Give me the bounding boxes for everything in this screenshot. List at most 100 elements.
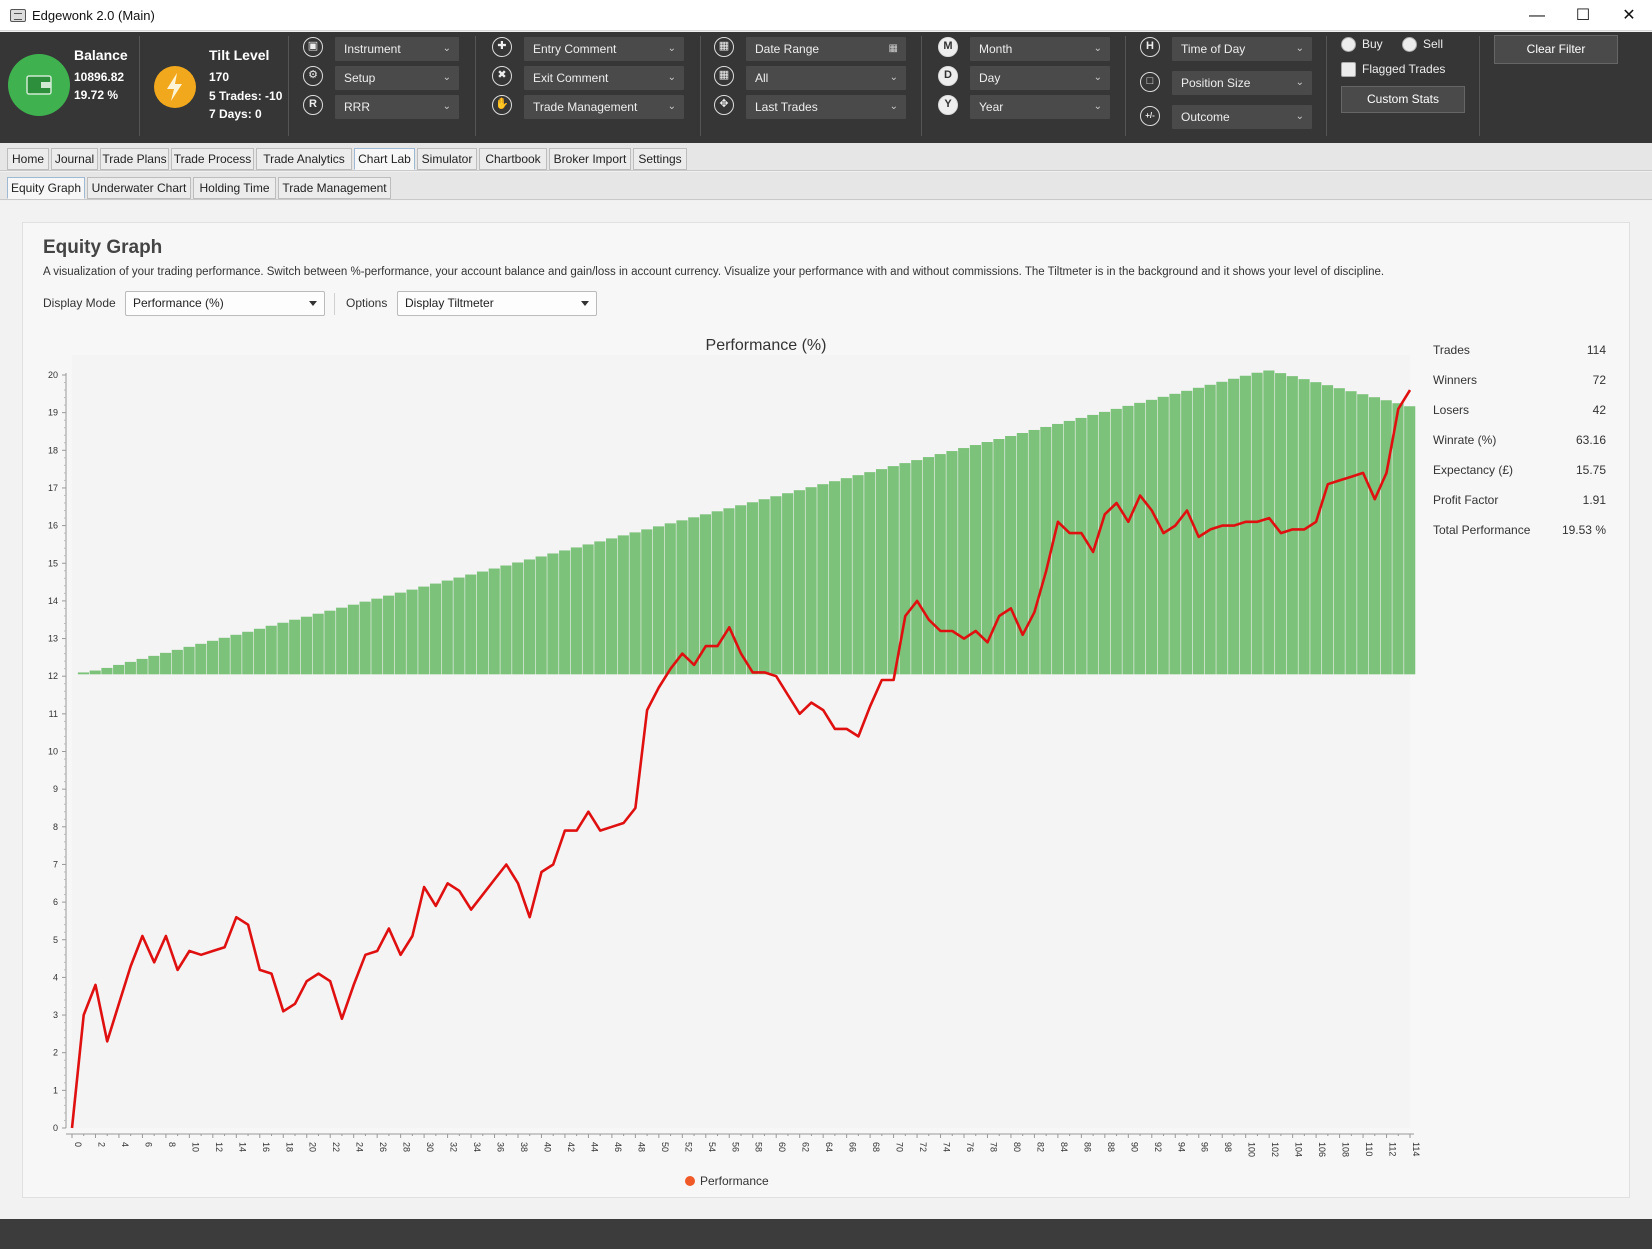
tilt-bar: [453, 577, 465, 675]
x-tick-label: 52: [683, 1142, 693, 1152]
tilt-bar: [160, 652, 172, 675]
custom-stats-button[interactable]: Custom Stats: [1341, 86, 1465, 113]
x-tick-label: 36: [496, 1142, 506, 1152]
x-tick-label: 24: [355, 1142, 365, 1152]
x-tick-label: 96: [1200, 1142, 1210, 1152]
exit-comment-filter[interactable]: Exit Comment ⌄: [524, 66, 684, 90]
tab-trade-plans[interactable]: Trade Plans: [100, 148, 169, 170]
tab-simulator[interactable]: Simulator: [417, 148, 477, 170]
tilt-bar: [1122, 405, 1134, 675]
tilt-bar: [394, 592, 406, 675]
x-tick-label: 42: [566, 1142, 576, 1152]
last-trades-filter[interactable]: Last Trades ⌄: [746, 95, 906, 119]
tilt-bar: [1239, 375, 1251, 675]
tilt-bar: [582, 544, 594, 675]
tilt-bar: [1251, 372, 1263, 675]
equity-chart: 012345678910111213141516171819200 2 4 6 8 10 1…: [48, 337, 1421, 1188]
setup-filter[interactable]: Setup ⌄: [335, 66, 459, 90]
x-tick-label: 110: [1364, 1142, 1374, 1156]
chevron-down-icon: ⌄: [1295, 77, 1304, 88]
x-tick-label: 58: [754, 1142, 764, 1152]
x-tick-label: 16: [261, 1142, 271, 1152]
tilt-bar: [1169, 393, 1181, 675]
x-tick-label: 48: [636, 1142, 646, 1152]
maximize-icon[interactable]: ☐: [1560, 0, 1606, 31]
position-size-filter[interactable]: Position Size ⌄: [1172, 71, 1312, 95]
time-of-day-filter[interactable]: Time of Day ⌄: [1172, 37, 1312, 61]
tilt-bar: [1134, 402, 1146, 675]
flagged-trades-checkbox[interactable]: [1341, 62, 1356, 77]
tab-settings[interactable]: Settings: [633, 148, 687, 170]
y-tick-label: 16: [48, 521, 58, 531]
y-tick-label: 15: [48, 558, 58, 568]
filter-toolbar: Balance 10896.82 19.72 % Tilt Level 170 …: [0, 32, 1652, 143]
tab-chartbook[interactable]: Chartbook: [479, 148, 547, 170]
stat-label: Expectancy (£): [1433, 463, 1514, 477]
tilt-bar: [347, 604, 359, 675]
tab-chart-lab[interactable]: Chart Lab: [354, 148, 415, 170]
year-filter[interactable]: Year ⌄: [970, 95, 1110, 119]
tab-broker-import[interactable]: Broker Import: [549, 148, 631, 170]
setup-icon: ⚙: [303, 66, 323, 86]
tab-trade-process[interactable]: Trade Process: [171, 148, 254, 170]
month-filter[interactable]: Month ⌄: [970, 37, 1110, 61]
tab-trade-analytics[interactable]: Trade Analytics: [256, 148, 352, 170]
x-tick-label: 60: [777, 1142, 787, 1152]
x-tick-label: 14: [237, 1142, 247, 1152]
tilt-bar: [617, 535, 629, 675]
x-tick-label: 82: [1035, 1142, 1045, 1152]
stat-label: Winners: [1433, 373, 1478, 387]
buy-radio[interactable]: [1341, 37, 1356, 52]
calendar-icon: ▦: [714, 66, 734, 86]
rrr-icon: R: [303, 95, 323, 115]
tilt-seven-days: 7 Days: 0: [209, 107, 262, 121]
tilt-bar: [699, 514, 712, 675]
x-tick-label: 102: [1270, 1142, 1280, 1157]
x-tick-label: 12: [214, 1142, 224, 1152]
tilt-bar: [1333, 388, 1345, 675]
x-tick-label: 0: [73, 1142, 83, 1147]
sell-radio[interactable]: [1402, 37, 1417, 52]
x-tick-label: 98: [1223, 1142, 1233, 1152]
tilt-bar: [195, 643, 207, 675]
y-tick-label: 18: [48, 445, 58, 455]
legend-dot: [685, 1176, 695, 1186]
entry-comment-filter[interactable]: Entry Comment ⌄: [524, 37, 684, 61]
tilt-bar: [465, 574, 477, 675]
divider: [1326, 36, 1327, 136]
tilt-bar: [911, 460, 923, 675]
all-filter[interactable]: All ⌄: [746, 66, 906, 90]
stat-label: Winrate (%): [1433, 433, 1497, 447]
y-tick-label: 20: [48, 370, 58, 380]
lightning-icon: [154, 66, 196, 108]
tab-journal[interactable]: Journal: [51, 148, 98, 170]
tab-equity-graph[interactable]: Equity Graph: [7, 177, 85, 199]
last-trades-icon: ✥: [714, 95, 734, 115]
rrr-filter[interactable]: RRR ⌄: [335, 95, 459, 119]
close-icon[interactable]: ✕: [1606, 0, 1652, 31]
tilt-bar: [711, 511, 723, 675]
tab-home[interactable]: Home: [7, 148, 49, 170]
date-range-filter[interactable]: Date Range ▦: [746, 37, 906, 61]
instrument-filter[interactable]: Instrument ⌄: [335, 37, 459, 61]
instrument-filter-label: Instrument: [344, 42, 401, 56]
tilt-bar: [383, 595, 395, 675]
outcome-filter[interactable]: Outcome ⌄: [1172, 105, 1312, 129]
trade-management-filter[interactable]: Trade Management ⌄: [524, 95, 684, 119]
tilt-bar: [1380, 400, 1392, 675]
year-icon: Y: [938, 95, 958, 115]
tab-trade-management[interactable]: Trade Management: [278, 177, 391, 199]
chevron-down-icon: ⌄: [1093, 43, 1102, 54]
day-filter[interactable]: Day ⌄: [970, 66, 1110, 90]
x-tick-label: 44: [589, 1142, 599, 1152]
trade-management-icon: ✋: [492, 95, 512, 115]
tilt-bar: [782, 493, 794, 675]
minimize-icon[interactable]: —: [1514, 0, 1560, 31]
clear-filter-button[interactable]: Clear Filter: [1494, 35, 1618, 64]
tilt-bar: [852, 475, 864, 675]
tab-holding-time[interactable]: Holding Time: [193, 177, 276, 199]
tilt-bar: [1110, 408, 1122, 675]
content-area: Equity Graph A visualization of your tra…: [0, 201, 1652, 1219]
x-tick-label: 106: [1317, 1142, 1327, 1157]
tab-underwater-chart[interactable]: Underwater Chart: [87, 177, 191, 199]
